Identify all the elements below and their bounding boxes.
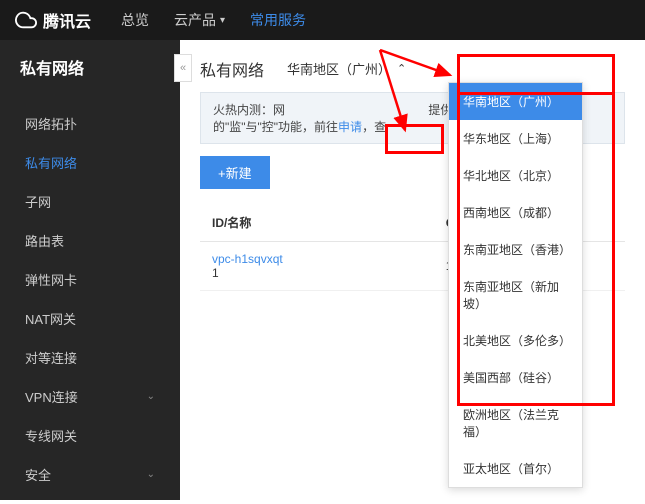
sidebar-collapse-button[interactable]: « xyxy=(174,54,192,82)
sidebar-item-label: 子网 xyxy=(25,192,51,211)
sidebar-item-route-table[interactable]: 路由表 xyxy=(0,221,180,260)
chevron-down-icon: ⌄ xyxy=(147,469,155,480)
new-button[interactable]: +新建 xyxy=(200,156,270,189)
region-option-seoul[interactable]: 亚太地区（首尔） xyxy=(449,450,582,487)
sidebar-item-direct-connect[interactable]: 专线网关 xyxy=(0,416,180,455)
region-selector[interactable]: 华南地区（广州） ⌃ xyxy=(279,55,414,82)
region-option-guangzhou[interactable]: 华南地区（广州） xyxy=(449,83,582,120)
sidebar-item-label: 弹性网卡 xyxy=(25,270,77,289)
sidebar-item-vpc[interactable]: 私有网络 xyxy=(0,143,180,182)
sidebar-item-peering[interactable]: 对等连接 xyxy=(0,338,180,377)
alert-apply-link[interactable]: 申请 xyxy=(338,120,362,134)
chevron-up-icon: ⌃ xyxy=(397,62,406,75)
sidebar-item-label: NAT网关 xyxy=(25,309,76,328)
topnav-common-services[interactable]: 常用服务 xyxy=(250,10,306,30)
sidebar-item-security[interactable]: 安全 ⌄ xyxy=(0,455,180,494)
topbar: 腾讯云 总览 云产品 ▾ 常用服务 xyxy=(0,0,645,40)
sidebar-item-label: 专线网关 xyxy=(25,426,77,445)
region-option-siliconvalley[interactable]: 美国西部（硅谷） xyxy=(449,359,582,396)
sidebar-item-subnet[interactable]: 子网 xyxy=(0,182,180,221)
vpc-name: 1 xyxy=(212,266,422,280)
chevron-down-icon: ⌄ xyxy=(147,391,155,402)
page-title: 私有网络 xyxy=(200,57,264,81)
sidebar-item-label: VPN连接 xyxy=(25,387,78,406)
region-option-frankfurt[interactable]: 欧洲地区（法兰克福） xyxy=(449,396,582,450)
sidebar-item-label: 路由表 xyxy=(25,231,64,250)
region-option-hongkong[interactable]: 东南亚地区（香港） xyxy=(449,231,582,268)
region-selector-label: 华南地区（广州） xyxy=(287,59,391,78)
sidebar-item-vpn[interactable]: VPN连接 ⌄ xyxy=(0,377,180,416)
sidebar-title: 私有网络 xyxy=(0,40,180,94)
sidebar: 私有网络 « 网络拓扑 私有网络 子网 路由表 弹性网卡 NAT网关 对等连接 … xyxy=(0,40,180,500)
sidebar-item-eni[interactable]: 弹性网卡 xyxy=(0,260,180,299)
alert-text-tail: ，查 xyxy=(362,120,386,134)
main-content: 私有网络 华南地区（广州） ⌃ 火热内测：网 提供基于IP·网关粒度的"监"与"… xyxy=(180,40,645,500)
region-dropdown-menu: 华南地区（广州） 华东地区（上海） 华北地区（北京） 西南地区（成都） 东南亚地… xyxy=(448,82,583,488)
sidebar-item-label: 网络拓扑 xyxy=(25,114,77,133)
sidebar-item-label: 安全 xyxy=(25,465,51,484)
sidebar-item-label: 对等连接 xyxy=(25,348,77,367)
sidebar-item-label: 私有网络 xyxy=(25,153,77,172)
topnav-products[interactable]: 云产品 ▾ xyxy=(174,10,225,30)
region-option-beijing[interactable]: 华北地区（北京） xyxy=(449,157,582,194)
topnav-overview[interactable]: 总览 xyxy=(121,10,149,30)
sidebar-item-topology[interactable]: 网络拓扑 xyxy=(0,104,180,143)
region-option-singapore[interactable]: 东南亚地区（新加坡） xyxy=(449,268,582,322)
table-header-id[interactable]: ID/名称 xyxy=(200,204,434,242)
vpc-id-link[interactable]: vpc-h1sqvxqt xyxy=(212,252,422,266)
sidebar-menu: 网络拓扑 私有网络 子网 路由表 弹性网卡 NAT网关 对等连接 VPN连接⌄ … xyxy=(0,94,180,504)
topnav-products-label: 云产品 xyxy=(174,10,216,30)
sidebar-item-nat[interactable]: NAT网关 xyxy=(0,299,180,338)
cloud-icon xyxy=(15,9,37,31)
alert-text-prefix: 火热内测：网 xyxy=(213,103,285,117)
chevron-down-icon: ▾ xyxy=(220,15,225,26)
page-header: 私有网络 华南地区（广州） ⌃ xyxy=(200,55,625,82)
brand-logo[interactable]: 腾讯云 xyxy=(15,8,91,32)
region-option-shanghai[interactable]: 华东地区（上海） xyxy=(449,120,582,157)
region-option-chengdu[interactable]: 西南地区（成都） xyxy=(449,194,582,231)
region-option-toronto[interactable]: 北美地区（多伦多） xyxy=(449,322,582,359)
brand-text: 腾讯云 xyxy=(43,8,91,32)
